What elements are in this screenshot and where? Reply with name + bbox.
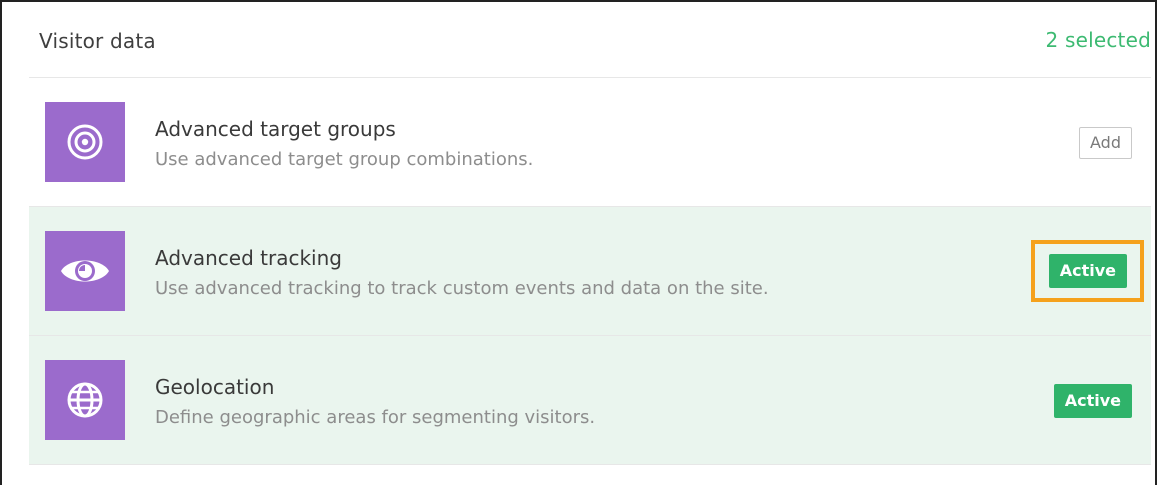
eye-icon <box>45 231 125 311</box>
feature-description: Use advanced tracking to track custom ev… <box>155 278 769 299</box>
add-button[interactable]: Add <box>1079 127 1132 159</box>
feature-title: Geolocation <box>155 375 275 399</box>
selected-count: 2 selected <box>1045 28 1151 52</box>
feature-row-advanced-target-groups: Advanced target groups Use advanced targ… <box>29 78 1151 207</box>
feature-title: Advanced tracking <box>155 246 342 270</box>
visitor-data-panel: Visitor data 2 selected Advanced target … <box>29 0 1151 470</box>
active-button[interactable]: Active <box>1048 254 1127 288</box>
panel-header: Visitor data 2 selected <box>29 0 1151 78</box>
feature-description: Use advanced target group combinations. <box>155 149 534 170</box>
target-icon <box>45 102 125 182</box>
section-title: Visitor data <box>39 29 156 53</box>
feature-row-advanced-tracking: Advanced tracking Use advanced tracking … <box>29 207 1151 336</box>
active-button[interactable]: Active <box>1053 384 1132 418</box>
globe-icon <box>45 360 125 440</box>
feature-title: Advanced target groups <box>155 117 396 141</box>
feature-row-geolocation: Geolocation Define geographic areas for … <box>29 336 1151 465</box>
feature-description: Define geographic areas for segmenting v… <box>155 407 596 428</box>
